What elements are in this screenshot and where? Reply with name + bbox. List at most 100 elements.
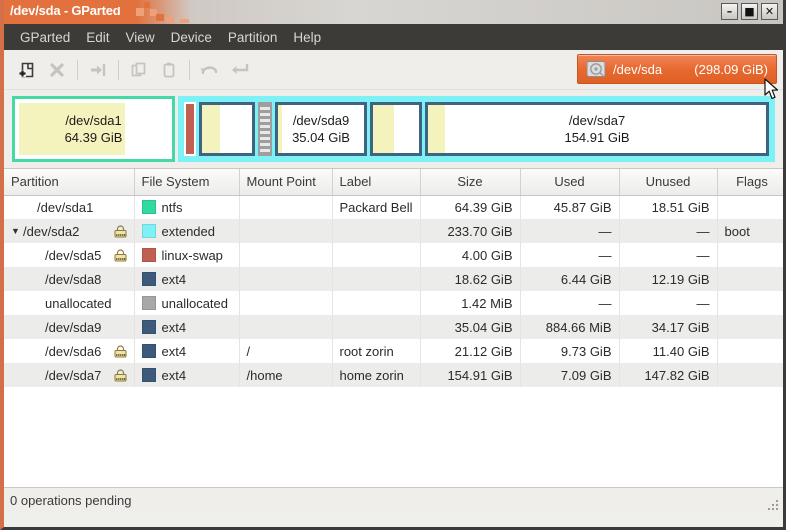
table-row[interactable]: unallocatedunallocated1.42 MiB—— [4, 291, 783, 315]
maximize-button[interactable]: ■ [741, 3, 758, 20]
status-text: 0 operations pending [10, 493, 131, 508]
apply-button[interactable] [225, 55, 255, 85]
column-header-partition[interactable]: Partition [4, 169, 134, 195]
cell-label [332, 267, 420, 291]
cell-label: home zorin [332, 363, 420, 387]
cell-file-system: ext4 [134, 339, 239, 363]
file-system-color-swatch [142, 248, 156, 262]
column-header-file-system[interactable]: File System [134, 169, 239, 195]
file-system-color-swatch [142, 368, 156, 382]
graphic-partition-sda5-swap[interactable] [184, 102, 196, 156]
cell-label: Packard Bell [332, 195, 420, 219]
file-system-color-swatch [142, 272, 156, 286]
menu-item-help[interactable]: Help [285, 28, 329, 47]
partition-graphic: /dev/sda1 64.39 GiB /dev/sda9 35.04 GiB [4, 90, 783, 168]
cell-label [332, 243, 420, 267]
file-system-color-swatch [142, 200, 156, 214]
partition-name: /dev/sda2 [23, 224, 79, 239]
partition-table: Partition File System Mount Point Label … [4, 169, 783, 387]
unused-bar [220, 105, 253, 153]
table-row[interactable]: /dev/sda5linux-swap4.00 GiB—— [4, 243, 783, 267]
title-pixel-decor [118, 0, 126, 7]
paste-button[interactable] [154, 55, 184, 85]
cell-unused: — [619, 243, 717, 267]
key-icon-slot [114, 345, 127, 358]
mouse-cursor [764, 78, 782, 102]
title-pixel-decor [156, 14, 164, 21]
menu-item-device[interactable]: Device [163, 28, 220, 47]
title-pixel-decor [136, 8, 144, 16]
title-pixel-decor [126, 7, 133, 14]
locked-key-icon [114, 345, 127, 358]
window-controls: – ■ ✕ [721, 3, 778, 20]
column-header-used[interactable]: Used [520, 169, 619, 195]
graphic-partition-sda6[interactable] [370, 102, 422, 156]
minimize-button[interactable]: – [721, 3, 738, 20]
cell-file-system: ext4 [134, 315, 239, 339]
toolbar-separator [118, 60, 119, 80]
menu-item-view[interactable]: View [118, 28, 163, 47]
graphic-partition-sda2-extended[interactable]: /dev/sda9 35.04 GiB /dev/sda7 154.91 GiB [178, 96, 775, 162]
resize-grip-icon[interactable] [766, 497, 780, 511]
graphic-partition-sda8[interactable] [199, 102, 255, 156]
hard-disk-icon [586, 60, 606, 78]
delete-partition-button[interactable] [42, 55, 72, 85]
key-icon-slot [114, 225, 127, 238]
title-bar[interactable]: /dev/sda - GParted – ■ ✕ [4, 0, 783, 24]
column-header-mount-point[interactable]: Mount Point [239, 169, 332, 195]
column-header-size[interactable]: Size [420, 169, 520, 195]
toolbar-separator [77, 60, 78, 80]
column-header-unused[interactable]: Unused [619, 169, 717, 195]
cell-flags: boot [717, 219, 783, 243]
cell-label [332, 219, 420, 243]
used-bar [428, 105, 445, 153]
cell-used: — [520, 219, 619, 243]
partition-name: /dev/sda7 [45, 368, 101, 383]
cell-partition: /dev/sda9 [4, 315, 134, 339]
new-partition-button[interactable] [12, 55, 42, 85]
cell-mount-point [239, 315, 332, 339]
graphic-partition-unallocated[interactable] [258, 102, 272, 156]
graphic-partition-sda7[interactable]: /dev/sda7 154.91 GiB [425, 102, 769, 156]
column-header-label[interactable]: Label [332, 169, 420, 195]
copy-button[interactable] [124, 55, 154, 85]
unused-bar [282, 105, 364, 153]
table-row[interactable]: /dev/sda9ext435.04 GiB884.66 MiB34.17 Gi… [4, 315, 783, 339]
apply-icon [229, 60, 251, 80]
menu-item-edit[interactable]: Edit [78, 28, 117, 47]
unused-bar [394, 105, 419, 153]
unused-bar [445, 105, 766, 153]
cell-size: 4.00 GiB [420, 243, 520, 267]
graphic-partition-sda9[interactable]: /dev/sda9 35.04 GiB [275, 102, 367, 156]
delete-icon [47, 60, 67, 80]
undo-button[interactable] [195, 55, 225, 85]
menu-item-partition[interactable]: Partition [220, 28, 286, 47]
table-row[interactable]: /dev/sda7ext4/homehome zorin154.91 GiB7.… [4, 363, 783, 387]
partition-table-container[interactable]: Partition File System Mount Point Label … [4, 168, 783, 487]
file-system-color-swatch [142, 224, 156, 238]
device-selector[interactable]: /dev/sda (298.09 GiB) [577, 54, 777, 84]
cell-flags [717, 363, 783, 387]
table-row[interactable]: /dev/sda6ext4/root zorin21.12 GiB9.73 Gi… [4, 339, 783, 363]
gparted-window: /dev/sda - GParted – ■ ✕ GParted Edit Vi… [0, 0, 786, 530]
unused-bar [125, 103, 168, 155]
cell-mount-point [239, 291, 332, 315]
title-pixel-decor [133, 0, 139, 6]
cell-partition: ▼/dev/sda2 [4, 219, 134, 243]
column-header-flags[interactable]: Flags [717, 169, 783, 195]
table-row[interactable]: ▼/dev/sda2extended233.70 GiB——boot [4, 219, 783, 243]
toolbar: /dev/sda (298.09 GiB) [4, 50, 783, 90]
row-expander-icon[interactable]: ▼ [11, 227, 23, 236]
menu-item-gparted[interactable]: GParted [12, 28, 78, 47]
resize-move-button[interactable] [83, 55, 113, 85]
menu-bar: GParted Edit View Device Partition Help [4, 24, 783, 50]
cell-mount-point [239, 219, 332, 243]
close-button[interactable]: ✕ [761, 3, 778, 20]
cell-used: 6.44 GiB [520, 267, 619, 291]
graphic-partition-sda1[interactable]: /dev/sda1 64.39 GiB [12, 96, 175, 162]
table-row[interactable]: /dev/sda8ext418.62 GiB6.44 GiB12.19 GiB [4, 267, 783, 291]
partition-name: /dev/sda8 [45, 272, 101, 287]
copy-icon [129, 60, 149, 80]
file-system-name: ext4 [162, 344, 187, 359]
table-row[interactable]: /dev/sda1ntfsPackard Bell64.39 GiB45.87 … [4, 195, 783, 219]
